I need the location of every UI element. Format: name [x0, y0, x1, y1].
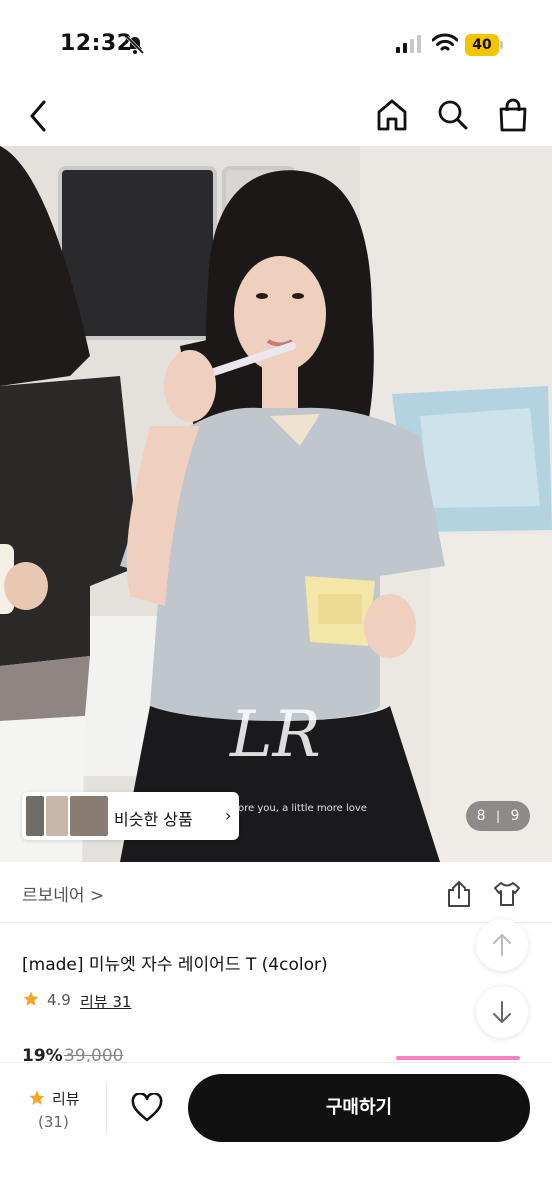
review-tab-label[interactable]: 리뷰 — [52, 1088, 80, 1109]
product-image[interactable]: LR 비슷한 상품 › ore you, a little more love … — [0, 146, 552, 862]
status-time: 12:32 — [60, 31, 133, 56]
brand-link[interactable]: 르보네어 > — [22, 881, 104, 906]
similar-thumb-1 — [26, 796, 44, 836]
scroll-down-button[interactable] — [476, 986, 528, 1038]
arrow-up-icon — [493, 934, 511, 956]
similar-thumb-2 — [46, 796, 68, 836]
share-icon[interactable] — [446, 880, 472, 912]
battery-icon: 40 — [465, 34, 503, 56]
status-bar: 12:32 40 — [0, 0, 552, 90]
home-icon[interactable] — [376, 98, 408, 136]
review-star-icon — [28, 1089, 46, 1111]
rating-value: 4.9 — [47, 991, 71, 1009]
divider — [0, 922, 552, 923]
signal-icon — [396, 34, 422, 58]
product-title: [made] 미뉴엣 자수 레이어드 T (4color) — [22, 955, 328, 975]
chevron-right-icon: › — [225, 806, 232, 825]
arrow-down-icon — [493, 1001, 511, 1023]
wifi-icon — [431, 33, 459, 57]
pager-current: 8 — [476, 808, 486, 824]
buy-button[interactable]: 구매하기 — [188, 1074, 530, 1142]
pager-separator: | — [495, 809, 501, 823]
similar-products-label: 비슷한 상품 — [114, 810, 193, 829]
review-count[interactable]: (31) — [38, 1113, 69, 1131]
shirt-fitting-icon[interactable] — [492, 880, 522, 912]
bell-slash-icon — [124, 34, 146, 60]
similar-thumb-3 — [70, 796, 108, 836]
review-link[interactable]: 리뷰 31 — [80, 991, 131, 1012]
back-icon[interactable] — [24, 98, 56, 134]
image-pager: 8 | 9 — [466, 801, 530, 831]
similar-products-button[interactable]: 비슷한 상품 › — [22, 792, 239, 840]
divider — [106, 1082, 107, 1134]
shopping-bag-icon[interactable] — [497, 97, 529, 137]
promo-badge — [396, 1056, 520, 1060]
star-icon — [22, 990, 40, 1012]
image-caption: ore you, a little more love — [238, 803, 367, 814]
scroll-up-button[interactable] — [476, 919, 528, 971]
battery-level: 40 — [465, 34, 499, 56]
heart-icon[interactable] — [131, 1092, 163, 1127]
brand-logo: LR — [229, 698, 321, 772]
search-icon[interactable] — [437, 98, 469, 136]
pager-total: 9 — [510, 808, 520, 824]
